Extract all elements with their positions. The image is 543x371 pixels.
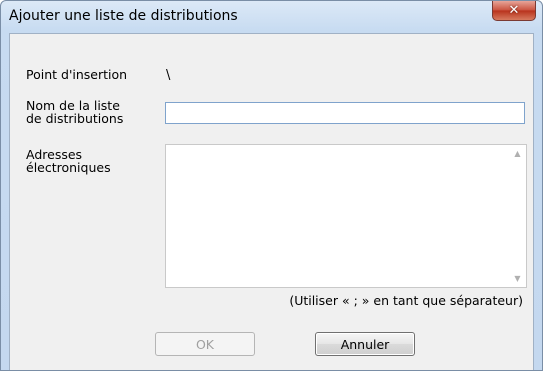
close-button[interactable]: ✕ (492, 1, 536, 21)
title-bar[interactable]: Ajouter une liste de distributions ✕ (1, 1, 542, 33)
list-name-label-line2: de distributions (26, 111, 124, 126)
close-icon: ✕ (508, 3, 520, 18)
window-title: Ajouter une liste de distributions (9, 8, 238, 24)
addresses-scrollbar[interactable]: ▲ ▼ (509, 145, 526, 287)
addresses-textarea[interactable] (166, 145, 509, 287)
list-name-input[interactable] (165, 102, 525, 124)
dialog-body: Point d'insertion \ Nom de la liste de d… (9, 33, 534, 370)
list-name-label: Nom de la liste de distributions (26, 99, 123, 125)
cancel-button[interactable]: Annuler (315, 332, 415, 356)
separator-hint: (Utiliser « ; » en tant que séparateur) (289, 293, 523, 308)
dialog-window: Ajouter une liste de distributions ✕ Poi… (0, 0, 543, 371)
ok-button[interactable]: OK (155, 332, 255, 356)
scroll-up-arrow-icon[interactable]: ▲ (509, 145, 526, 162)
insertion-point-label: Point d'insertion (26, 67, 128, 82)
addresses-field[interactable]: ▲ ▼ (165, 144, 527, 288)
addresses-label-line2: électroniques (26, 160, 111, 175)
scroll-down-arrow-icon[interactable]: ▼ (509, 270, 526, 287)
insertion-point-value: \ (166, 68, 171, 83)
addresses-label: Adresses électroniques (26, 148, 111, 174)
